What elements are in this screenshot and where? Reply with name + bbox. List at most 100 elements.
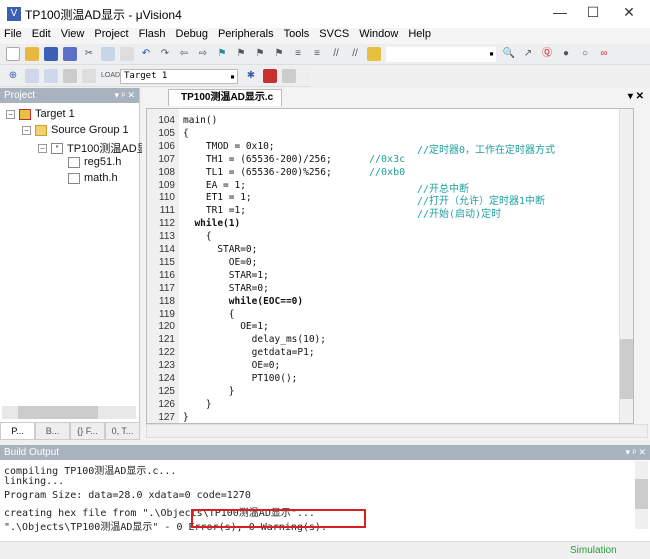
header-file-icon <box>68 172 80 184</box>
unindent-icon[interactable]: ≡ <box>310 47 324 61</box>
breakpoint-disable-icon[interactable]: ○ <box>578 47 592 61</box>
menu-project[interactable]: Project <box>94 28 128 44</box>
menu-svcs[interactable]: SVCS <box>319 28 349 44</box>
line-number: 113 <box>159 231 175 243</box>
menu-flash[interactable]: Flash <box>139 28 166 44</box>
stop-build-icon[interactable] <box>82 69 96 83</box>
copy-icon[interactable] <box>101 47 115 61</box>
close-button[interactable]: ✕ <box>614 4 644 21</box>
select-packs-icon[interactable] <box>282 69 296 83</box>
find-combo[interactable]: ▪ <box>386 46 496 62</box>
translate-icon[interactable]: ⊕ <box>6 69 20 83</box>
menu-file[interactable]: File <box>4 28 22 44</box>
code-line: getdata=P1; <box>183 347 315 359</box>
editor-hscrollbar[interactable] <box>146 424 648 438</box>
code-line: } <box>183 411 189 423</box>
line-number: 116 <box>159 269 175 281</box>
line-number: 105 <box>158 127 175 139</box>
find-in-files-icon[interactable] <box>367 47 381 61</box>
save-all-icon[interactable] <box>63 47 77 61</box>
project-panel-tabs: P... B... {} F... 0, T... <box>0 422 140 440</box>
menu-bar: File Edit View Project Flash Debug Perip… <box>0 28 650 44</box>
folder-icon <box>35 124 47 136</box>
forward-icon[interactable]: ⇨ <box>196 47 210 61</box>
maximize-button[interactable]: ☐ <box>578 4 608 21</box>
main-toolbar: ✂ ↶ ↷ ⇦ ⇨ ⚑ ⚑ ⚑ ⚑ ≡ ≡ // // ▪ 🔍 ↗ Ⓠ ● ○ … <box>0 44 650 65</box>
target-options-icon[interactable]: ✱ <box>244 69 258 83</box>
line-number: 124 <box>158 373 175 384</box>
editor-vscrollbar[interactable] <box>619 109 633 423</box>
bookmark-icon[interactable]: ⚑ <box>215 47 229 61</box>
save-icon[interactable] <box>44 47 58 61</box>
result-highlight-box <box>191 509 366 528</box>
code-line: { <box>183 231 212 243</box>
project-panel: Project ▾ ᵖ ✕ − Target 1 − Source Group 1 −… <box>0 88 167 440</box>
build-icon[interactable] <box>25 69 39 83</box>
menu-help[interactable]: Help <box>408 28 431 44</box>
tab-project[interactable]: P... <box>0 422 35 440</box>
comment-icon[interactable]: // <box>329 47 343 61</box>
editor-controls[interactable]: ▾ ✕ <box>628 91 644 102</box>
panel-controls[interactable]: ▾ ᵖ ✕ <box>115 88 135 103</box>
line-number: 110 <box>159 192 175 204</box>
code-line: } <box>183 398 212 410</box>
open-folder-icon[interactable] <box>25 47 39 61</box>
code-line: } <box>183 385 235 397</box>
tree-item-target[interactable]: − Target 1 <box>6 108 75 120</box>
breakpoint-icon[interactable]: ● <box>559 47 573 61</box>
code-line: TH1 = (65536-200)/256; <box>183 153 332 165</box>
tab-books[interactable]: B... <box>35 422 70 440</box>
indent-icon[interactable]: ≡ <box>291 47 305 61</box>
line-number: 109 <box>158 179 175 191</box>
batch-build-icon[interactable] <box>63 69 77 83</box>
line-number: 111 <box>159 205 175 217</box>
new-file-icon[interactable] <box>6 47 20 61</box>
build-toolbar: ⊕ LOAD Target 1 ▪ ✱ <box>0 66 310 87</box>
manage-components-icon[interactable] <box>263 69 277 83</box>
code-editor[interactable]: 104 main() 105 {106 TMOD = 0x10; //定时器0，工作在定… <box>146 108 634 424</box>
uncomment-icon[interactable]: // <box>348 47 362 61</box>
target-select[interactable]: Target 1 ▪ <box>120 68 238 84</box>
build-line: compiling TP100测温AD显示.c... <box>4 466 177 477</box>
project-hscrollbar[interactable] <box>2 406 136 419</box>
menu-debug[interactable]: Debug <box>176 28 208 44</box>
tree-item-reg51[interactable]: reg51.h <box>68 156 121 168</box>
rebuild-icon[interactable] <box>44 69 58 83</box>
line-number: 115 <box>159 256 175 268</box>
minimize-button[interactable]: — <box>545 4 575 20</box>
line-number: 106 <box>158 140 175 152</box>
clear-bookmarks-icon[interactable]: ⚑ <box>272 47 286 61</box>
tab-templates[interactable]: 0, T... <box>105 422 140 440</box>
menu-view[interactable]: View <box>61 28 85 44</box>
paste-icon[interactable] <box>120 47 134 61</box>
code-comment: //开始(启动)定时 <box>417 209 502 221</box>
kill-breakpoints-icon[interactable]: ∞ <box>597 47 611 61</box>
window-title: TP100测温AD显示 - μVision4 <box>25 7 182 22</box>
code-line: TL1 = (65536-200)%256; <box>183 166 332 178</box>
panel-controls[interactable]: ▾ ᵖ ✕ <box>626 445 646 460</box>
cut-icon[interactable]: ✂ <box>82 47 96 61</box>
menu-edit[interactable]: Edit <box>32 28 51 44</box>
status-bar: Simulation <box>0 541 650 559</box>
tree-item-source-group[interactable]: − Source Group 1 <box>22 124 129 136</box>
menu-peripherals[interactable]: Peripherals <box>218 28 274 44</box>
tab-functions[interactable]: {} F... <box>70 422 105 440</box>
tree-item-math[interactable]: math.h <box>68 172 118 184</box>
menu-tools[interactable]: Tools <box>284 28 310 44</box>
menu-window[interactable]: Window <box>359 28 398 44</box>
back-icon[interactable]: ⇦ <box>177 47 191 61</box>
line-number: 107 <box>158 153 175 165</box>
prev-bookmark-icon[interactable]: ⚑ <box>234 47 248 61</box>
build-vscrollbar[interactable] <box>635 461 648 529</box>
undo-icon[interactable]: ↶ <box>139 47 153 61</box>
tab-source-file[interactable]: TP100测温AD显示.c <box>168 89 283 106</box>
debug-icon[interactable]: ↗ <box>521 47 535 61</box>
load-icon[interactable]: LOAD <box>101 69 120 83</box>
code-line: ET1 = 1; <box>183 192 252 204</box>
code-line: { <box>183 308 235 320</box>
start-debug-icon[interactable]: Ⓠ <box>540 47 554 61</box>
redo-icon[interactable]: ↷ <box>158 47 172 61</box>
next-bookmark-icon[interactable]: ⚑ <box>253 47 267 61</box>
code-line: PT100(); <box>183 373 298 384</box>
incremental-find-icon[interactable]: 🔍 <box>502 47 516 61</box>
